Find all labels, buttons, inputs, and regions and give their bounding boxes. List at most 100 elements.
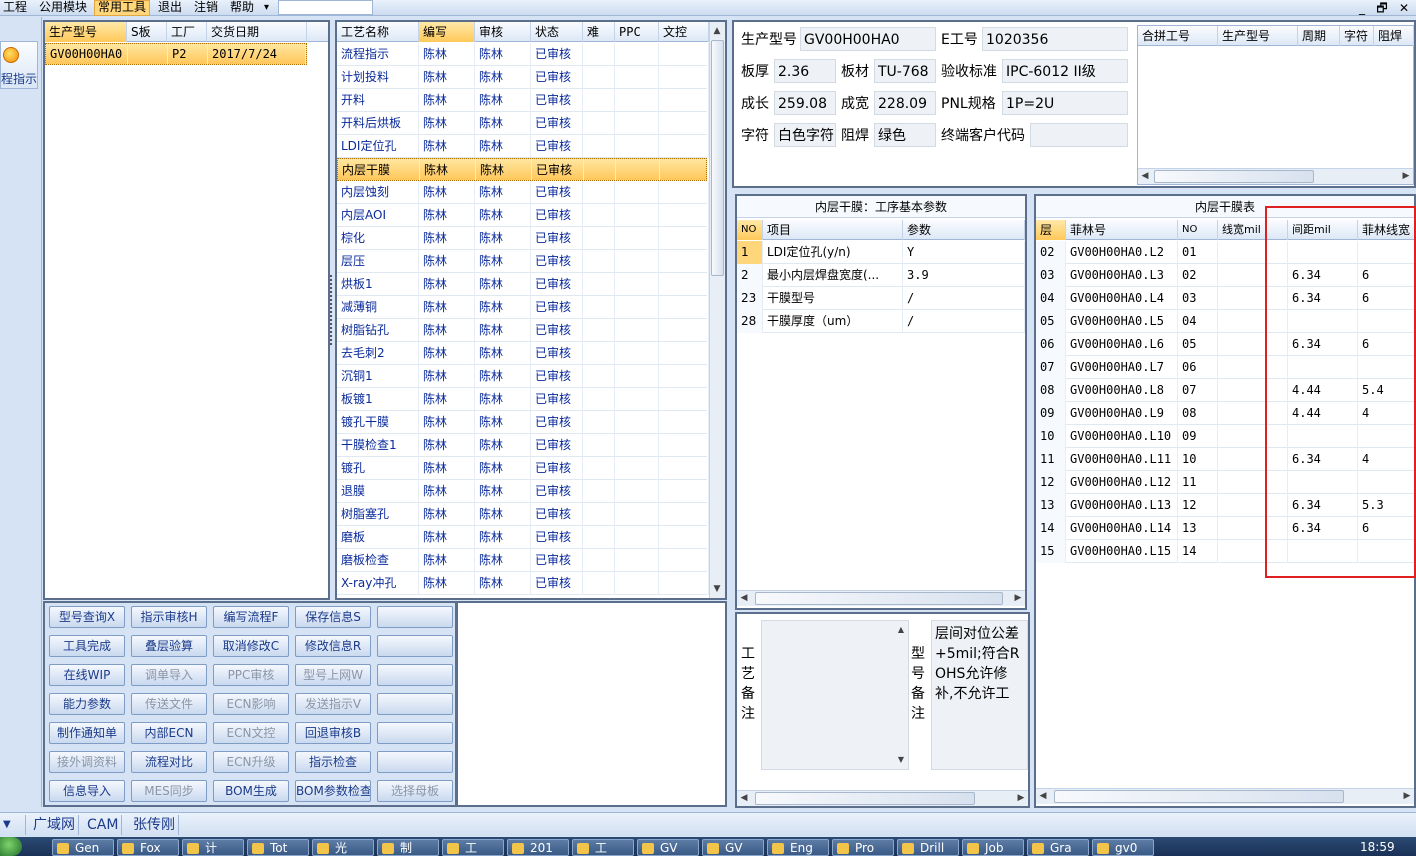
table-row[interactable]: 计划投料 陈林 陈林 已审核	[337, 66, 709, 89]
col-factory[interactable]: 工厂	[167, 22, 207, 42]
toolbar-button[interactable]: 内部ECN	[131, 722, 207, 744]
field-width[interactable]: 228.09	[874, 91, 936, 115]
menu-logout[interactable]: 注销	[191, 0, 221, 16]
chevron-down-icon[interactable]: ▼	[0, 815, 26, 835]
table-row[interactable]: 树脂塞孔 陈林 陈林 已审核	[337, 503, 709, 526]
field-length[interactable]: 259.08	[774, 91, 836, 115]
toolbar-button[interactable]: 制作通知单	[49, 722, 125, 744]
col-layer[interactable]: 层	[1036, 220, 1066, 240]
taskbar-item[interactable]: Pro	[832, 839, 894, 856]
minimize-icon[interactable]: _	[1352, 0, 1372, 16]
taskbar-item[interactable]: GV	[637, 839, 699, 856]
toolbar-button[interactable]: BOM参数检查	[295, 780, 371, 802]
col-delivery-date[interactable]: 交货日期	[207, 22, 307, 42]
table-row[interactable]: 磨板 陈林 陈林 已审核	[337, 526, 709, 549]
splitter-handle[interactable]	[330, 275, 334, 345]
restore-icon[interactable]: 🗗	[1372, 0, 1392, 16]
table-row[interactable]: 开料后烘板 陈林 陈林 已审核	[337, 112, 709, 135]
toolbar-button[interactable]: 型号查询X	[49, 606, 125, 628]
col-no[interactable]: NO	[737, 220, 763, 240]
scroll-down-icon[interactable]: ▼	[894, 753, 908, 767]
table-row[interactable]: 板镀1 陈林 陈林 已审核	[337, 388, 709, 411]
toolbar-button[interactable]: 发送指示V	[295, 693, 371, 715]
scroll-thumb[interactable]	[755, 592, 1003, 605]
col-param[interactable]: 参数	[903, 220, 1025, 240]
menu-dropdown-field[interactable]	[278, 0, 373, 15]
table-row[interactable]: 层压 陈林 陈林 已审核	[337, 250, 709, 273]
toolbar-button[interactable]	[377, 751, 453, 773]
field-model[interactable]: GV00H00HA0	[800, 27, 936, 51]
col-char[interactable]: 字符	[1340, 26, 1374, 46]
taskbar-item[interactable]: Fox	[117, 839, 179, 856]
process-notes-field[interactable]: ▲ ▼	[761, 620, 909, 770]
toolbar-button[interactable]: 回退审核B	[295, 722, 371, 744]
toolbar-button[interactable]: 指示审核H	[131, 606, 207, 628]
field-char[interactable]: 白色字符	[774, 123, 836, 147]
toolbar-button[interactable]: 接外调资料	[49, 751, 125, 773]
menu-common-tools[interactable]: 常用工具	[94, 0, 151, 16]
toolbar-button[interactable]: PPC审核	[213, 664, 289, 686]
scroll-left-icon[interactable]: ◀	[737, 791, 751, 805]
toolbar-button[interactable]: 编写流程F	[213, 606, 289, 628]
taskbar-item[interactable]: Drill	[897, 839, 959, 856]
col-process-name[interactable]: 工艺名称	[337, 22, 419, 42]
toolbar-button[interactable]: 修改信息R	[295, 635, 371, 657]
params-hscroll[interactable]: ◀ ▶	[737, 590, 1025, 606]
taskbar-item[interactable]: 制	[377, 839, 439, 856]
col-difficulty[interactable]: 难	[583, 22, 615, 42]
table-row[interactable]: LDI定位孔 陈林 陈林 已审核	[337, 135, 709, 158]
toolbar-button[interactable]: 信息导入	[49, 780, 125, 802]
col-combined-model[interactable]: 生产型号	[1218, 26, 1298, 46]
scroll-right-icon[interactable]: ▶	[1011, 591, 1025, 605]
toolbar-button[interactable]: 选择母板	[377, 780, 453, 802]
table-row[interactable]: 干膜检查1 陈林 陈林 已审核	[337, 434, 709, 457]
toolbar-button[interactable]: ECN文控	[213, 722, 289, 744]
start-icon[interactable]	[0, 837, 22, 856]
table-row[interactable]: GV00H00HA0 P2 2017/7/24	[45, 43, 307, 65]
table-row[interactable]: 镀孔 陈林 陈林 已审核	[337, 457, 709, 480]
table-row[interactable]: 去毛刺2 陈林 陈林 已审核	[337, 342, 709, 365]
table-row[interactable]: 退膜 陈林 陈林 已审核	[337, 480, 709, 503]
taskbar-item[interactable]: GV	[702, 839, 764, 856]
toolbar-button[interactable]: 取消修改C	[213, 635, 289, 657]
scroll-thumb[interactable]	[755, 792, 975, 805]
col-reviewer[interactable]: 审核	[475, 22, 531, 42]
table-row[interactable]: 2 最小内层焊盘宽度(... 3.9	[737, 264, 1025, 287]
table-row[interactable]: X-ray冲孔 陈林 陈林 已审核	[337, 572, 709, 595]
scroll-thumb[interactable]	[1154, 170, 1314, 183]
taskbar-item[interactable]: Gra	[1027, 839, 1089, 856]
table-row[interactable]: 烘板1 陈林 陈林 已审核	[337, 273, 709, 296]
taskbar-item[interactable]: Tot	[247, 839, 309, 856]
col-model[interactable]: 生产型号	[45, 22, 127, 42]
scroll-right-icon[interactable]: ▶	[1014, 791, 1028, 805]
menu-project[interactable]: 工程	[0, 0, 30, 16]
table-row[interactable]: 树脂钻孔 陈林 陈林 已审核	[337, 319, 709, 342]
scroll-left-icon[interactable]: ◀	[1036, 789, 1050, 803]
field-eno[interactable]: 1020356	[982, 27, 1128, 51]
notes-hscroll[interactable]: ◀ ▶	[737, 790, 1028, 806]
toolbar-button[interactable]: 叠层验算	[131, 635, 207, 657]
scroll-down-icon[interactable]: ▼	[710, 582, 724, 596]
table-row[interactable]: 磨板检查 陈林 陈林 已审核	[337, 549, 709, 572]
menu-exit[interactable]: 退出	[155, 0, 185, 16]
toolbar-button[interactable]: 工具完成	[49, 635, 125, 657]
toolbar-button[interactable]: ECN影响	[213, 693, 289, 715]
toolbar-button[interactable]: MES同步	[131, 780, 207, 802]
col-seq[interactable]: NO	[1178, 220, 1218, 240]
table-row[interactable]: 镀孔干膜 陈林 陈林 已审核	[337, 411, 709, 434]
toolbar-button[interactable]: 指示检查	[295, 751, 371, 773]
taskbar-item[interactable]: gv0	[1092, 839, 1154, 856]
table-row[interactable]: 减薄铜 陈林 陈林 已审核	[337, 296, 709, 319]
scroll-thumb[interactable]	[1054, 790, 1344, 803]
toolbar-button[interactable]	[377, 722, 453, 744]
scroll-right-icon[interactable]: ▶	[1400, 789, 1414, 803]
taskbar-item[interactable]: Eng	[767, 839, 829, 856]
table-row[interactable]: 开料 陈林 陈林 已审核	[337, 89, 709, 112]
table-row[interactable]: 内层AOI 陈林 陈林 已审核	[337, 204, 709, 227]
col-item[interactable]: 项目	[763, 220, 903, 240]
col-ppc[interactable]: PPC	[615, 22, 659, 42]
taskbar-item[interactable]: 201	[507, 839, 569, 856]
nav-process-instruction-button[interactable]: 程指示	[0, 41, 38, 89]
field-mask[interactable]: 绿色	[874, 123, 936, 147]
field-customer[interactable]	[1030, 123, 1128, 147]
